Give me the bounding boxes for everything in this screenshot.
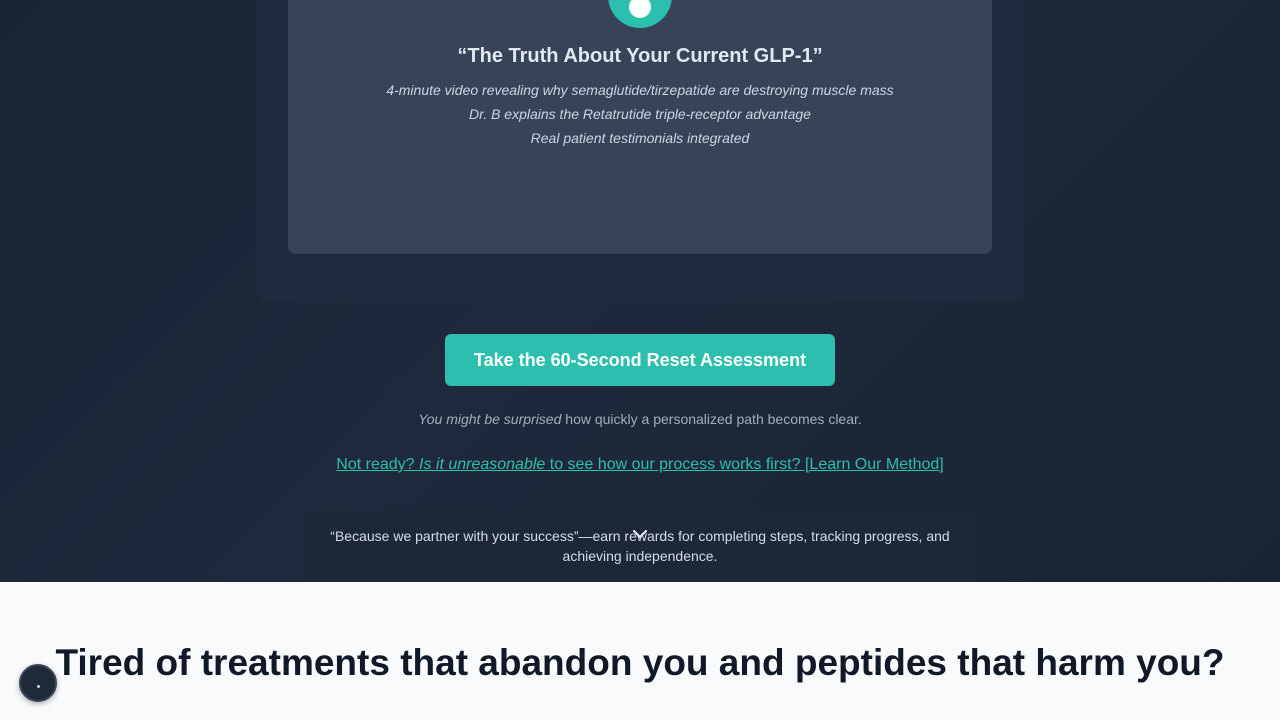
learn-method-link[interactable]: Not ready? Is it unreasonable to see how… [0, 456, 1280, 474]
hero-section: “The Truth About Your Current GLP-1” 4-m… [0, 0, 1280, 582]
video-placeholder[interactable] [288, 0, 992, 254]
partner-rewards-box: “Because we partner with your success”—e… [304, 510, 976, 582]
chat-widget-button[interactable] [19, 664, 57, 702]
video-description-line: 4-minute video revealing why semaglutide… [386, 82, 894, 98]
chat-icon [36, 684, 40, 688]
video-description-line: Dr. B explains the Retatrutide triple-re… [469, 106, 811, 122]
method-link-emphasis: Is it unreasonable [419, 456, 546, 473]
play-icon [629, 0, 651, 18]
video-title: “The Truth About Your Current GLP-1” [457, 45, 823, 67]
cta-subline: You might be surprised how quickly a per… [0, 411, 1280, 427]
method-link-part2: to see how our process works first? [Lea… [545, 456, 944, 473]
cta-subline-rest: how quickly a personalized path becomes … [561, 411, 862, 427]
chevron-down-icon[interactable] [632, 528, 648, 540]
cta-subline-emphasis: You might be surprised [418, 411, 562, 427]
method-link-part1: Not ready? [336, 456, 419, 473]
video-description-line: Real patient testimonials integrated [530, 130, 750, 146]
reset-assessment-button[interactable]: Take the 60-Second Reset Assessment [445, 334, 835, 386]
section-heading: Tired of treatments that abandon you and… [55, 642, 1225, 683]
